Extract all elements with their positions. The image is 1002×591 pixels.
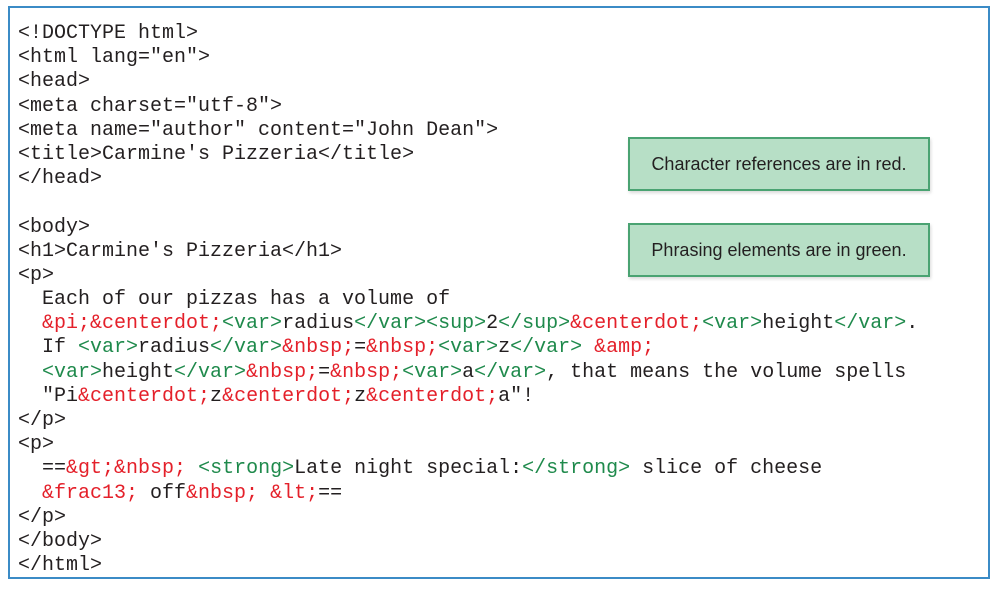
- code-line: </html>: [18, 554, 918, 578]
- code-line: ==&gt;&nbsp; <strong>Late night special:…: [18, 457, 918, 481]
- character-reference: &centerdot;: [222, 384, 355, 408]
- character-reference: &pi;&centerdot;: [42, 312, 223, 336]
- code-line: <meta charset="utf-8">: [18, 95, 918, 119]
- code-text: <head>: [18, 70, 91, 94]
- phrasing-element-tag: </var>: [210, 336, 283, 360]
- note-phrasing-elements-text: Phrasing elements are in green.: [651, 239, 907, 260]
- code-text: radius: [138, 336, 211, 360]
- character-reference: &nbsp;: [366, 336, 439, 360]
- code-text: ==: [318, 481, 343, 505]
- code-text: , that means the volume spells: [546, 360, 907, 384]
- code-line: <p>: [18, 433, 918, 457]
- character-reference: &nbsp;: [246, 360, 319, 384]
- code-text: </body>: [18, 529, 103, 553]
- code-line: <html lang="en">: [18, 46, 918, 70]
- code-line: Each of our pizzas has a volume of: [18, 288, 918, 312]
- character-reference: &gt;&nbsp;: [66, 457, 187, 481]
- character-reference: &centerdot;: [78, 384, 211, 408]
- code-line: <var>height</var>&nbsp;=&nbsp;<var>a</va…: [18, 361, 918, 385]
- code-line: If <var>radius</var>&nbsp;=&nbsp;<var>z<…: [18, 336, 918, 360]
- code-text: <h1>Carmine's Pizzeria</h1>: [18, 239, 343, 263]
- character-reference: &amp;: [594, 336, 655, 360]
- code-text: <p>: [18, 433, 55, 457]
- code-text: height: [762, 312, 835, 336]
- phrasing-element-tag: </var>: [834, 312, 907, 336]
- phrasing-element-tag: <var>: [702, 312, 763, 336]
- code-text: =: [354, 336, 367, 360]
- code-frame: <!DOCTYPE html> <html lang="en"> <head> <me…: [8, 6, 990, 579]
- phrasing-element-tag: <strong>: [198, 457, 295, 481]
- phrasing-element-tag: <var>: [222, 312, 283, 336]
- phrasing-element-tag: </var>: [510, 336, 583, 360]
- code-text: <meta name="author" content="John Dean">: [18, 118, 499, 142]
- code-text: radius: [282, 312, 355, 336]
- code-text: </html>: [18, 554, 103, 578]
- character-reference: &centerdot;: [366, 384, 499, 408]
- code-text: <body>: [18, 215, 91, 239]
- code-text: off: [138, 481, 187, 505]
- code-text: <p>: [18, 263, 55, 287]
- character-reference: &centerdot;: [570, 312, 703, 336]
- code-line: </body>: [18, 530, 918, 554]
- note-phrasing-elements: Phrasing elements are in green.: [628, 223, 930, 277]
- code-line: <head>: [18, 70, 918, 94]
- code-text: <title>Carmine's Pizzeria</title>: [18, 142, 415, 166]
- code-line: &pi;&centerdot;<var>radius</var><sup>2</…: [18, 312, 918, 336]
- code-text: a"!: [498, 384, 535, 408]
- code-text: height: [102, 360, 175, 384]
- phrasing-element-tag: <var>: [78, 336, 139, 360]
- code-text: z: [210, 384, 223, 408]
- code-text: slice of cheese: [630, 457, 823, 481]
- note-character-references: Character references are in red.: [628, 137, 930, 191]
- code-text: <meta charset="utf-8">: [18, 94, 283, 118]
- phrasing-element-tag: </sup>: [498, 312, 571, 336]
- phrasing-element-tag: </var><sup>: [354, 312, 487, 336]
- code-text: <html lang="en">: [18, 46, 211, 70]
- code-line: "Pi&centerdot;z&centerdot;z&centerdot;a"…: [18, 385, 918, 409]
- phrasing-element-tag: </var>: [174, 360, 247, 384]
- code-text: .: [906, 312, 919, 336]
- code-line: &frac13; off&nbsp; &lt;==: [18, 482, 918, 506]
- code-line: <!DOCTYPE html>: [18, 22, 918, 46]
- character-reference: &frac13;: [42, 481, 139, 505]
- code-text: z: [354, 384, 367, 408]
- code-text: If: [18, 336, 79, 360]
- code-text: </p>: [18, 409, 67, 432]
- phrasing-element-tag: <var>: [402, 360, 463, 384]
- character-reference: &lt;: [270, 481, 319, 505]
- note-character-references-text: Character references are in red.: [651, 153, 907, 174]
- code-text: Each of our pizzas has a volume of: [18, 288, 451, 312]
- code-text: <!DOCTYPE html>: [18, 22, 199, 45]
- code-text: "Pi: [18, 384, 79, 408]
- code-text: </p>: [18, 505, 67, 529]
- phrasing-element-tag: </var>: [474, 360, 547, 384]
- character-reference: &nbsp;: [330, 360, 403, 384]
- code-text: =: [318, 360, 331, 384]
- code-text: ==: [18, 457, 67, 481]
- phrasing-element-tag: </strong>: [522, 457, 631, 481]
- code-text: Late night special:: [294, 457, 523, 481]
- code-text: a: [462, 360, 475, 384]
- phrasing-element-tag: <var>: [42, 360, 103, 384]
- code-text: z: [498, 336, 511, 360]
- code-line: </p>: [18, 506, 918, 530]
- code-text: </head>: [18, 167, 103, 191]
- phrasing-element-tag: <var>: [438, 336, 499, 360]
- code-line: </p>: [18, 409, 918, 433]
- code-listing: <!DOCTYPE html> <html lang="en"> <head> <me…: [18, 22, 918, 578]
- character-reference: &nbsp;: [282, 336, 355, 360]
- code-text: 2: [486, 312, 499, 336]
- character-reference: &nbsp;: [186, 481, 259, 505]
